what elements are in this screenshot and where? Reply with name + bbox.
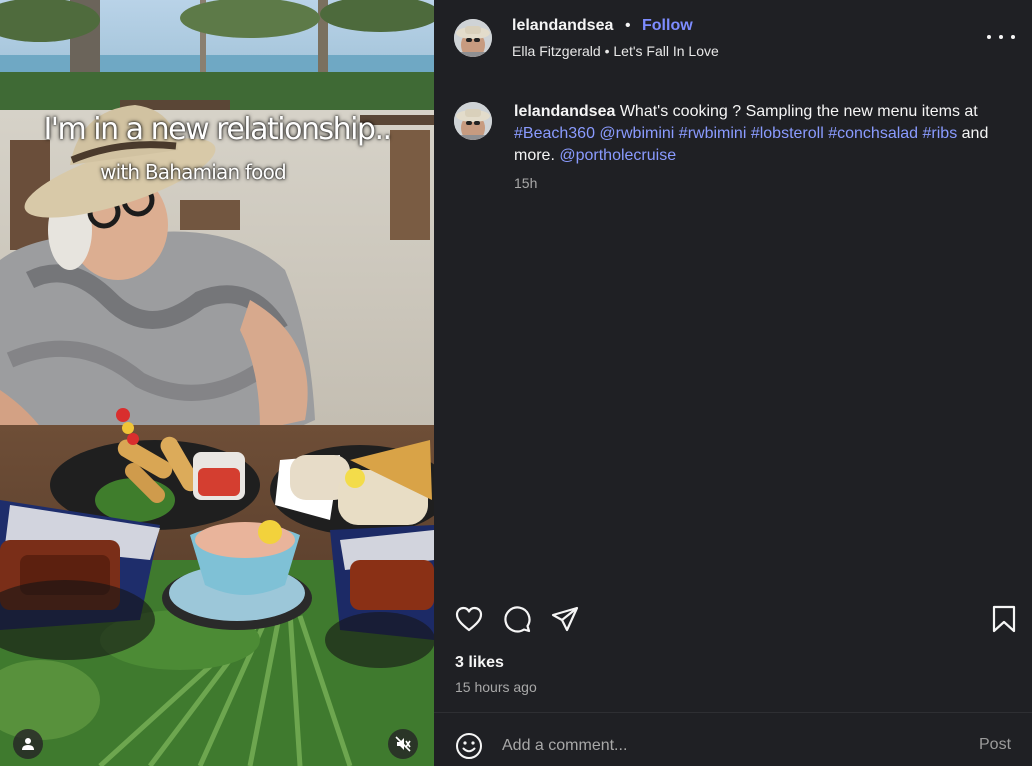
audio-track-link[interactable]: Ella Fitzgerald • Let's Fall In Love <box>512 43 719 59</box>
more-options-button[interactable] <box>987 27 1015 47</box>
more-dot <box>1011 35 1015 39</box>
post-comment-button[interactable]: Post <box>979 736 1011 754</box>
header-username[interactable]: lelandandsea <box>512 17 613 35</box>
share-icon[interactable] <box>550 604 580 634</box>
hashtag-link[interactable]: #lobsteroll <box>751 125 824 142</box>
post-media[interactable]: I'm in a new relationship.. with Bahamia… <box>0 0 434 766</box>
header-separator: • <box>625 17 631 34</box>
hashtag-link[interactable]: #ribs <box>923 125 958 142</box>
post-timestamp: 15 hours ago <box>455 679 537 695</box>
post-caption: lelandandsea What's cooking ? Sampling t… <box>514 101 1009 167</box>
caption-username[interactable]: lelandandsea <box>514 103 615 120</box>
heart-icon[interactable] <box>454 604 484 634</box>
caption-timestamp[interactable]: 15h <box>514 175 537 191</box>
tagged-users-button[interactable] <box>13 729 43 759</box>
emoji-icon[interactable] <box>454 731 484 761</box>
mute-toggle-button[interactable] <box>388 729 418 759</box>
more-dot <box>999 35 1003 39</box>
avatar-photo <box>454 19 492 57</box>
muted-speaker-icon <box>395 736 411 752</box>
caption-text: What's cooking ? Sampling the new menu i… <box>619 103 978 120</box>
avatar-photo <box>454 102 492 140</box>
comment-icon[interactable] <box>502 604 532 634</box>
more-dot <box>987 35 991 39</box>
likes-count[interactable]: 3 likes <box>455 654 504 672</box>
hashtag-link[interactable]: #Beach360 <box>514 125 595 142</box>
post-details-panel: lelandandsea • Follow Ella Fitzgerald • … <box>434 0 1032 766</box>
media-overlay-subtext: with Bahamian food <box>100 160 287 184</box>
caption-avatar[interactable] <box>454 102 492 140</box>
mention-link[interactable]: @portholecruise <box>559 147 676 164</box>
comment-bar: Post <box>434 712 1032 766</box>
follow-button[interactable]: Follow <box>642 17 693 35</box>
comment-input[interactable] <box>502 735 952 757</box>
person-icon <box>22 738 34 750</box>
hashtag-link[interactable]: #conchsalad <box>828 125 918 142</box>
mention-link[interactable]: @rwbimini <box>599 125 674 142</box>
header-avatar[interactable] <box>454 19 492 57</box>
media-overlay-text: I'm in a new relationship.. <box>43 112 392 147</box>
bookmark-icon[interactable] <box>989 604 1019 634</box>
hashtag-link[interactable]: #rwbimini <box>679 125 747 142</box>
